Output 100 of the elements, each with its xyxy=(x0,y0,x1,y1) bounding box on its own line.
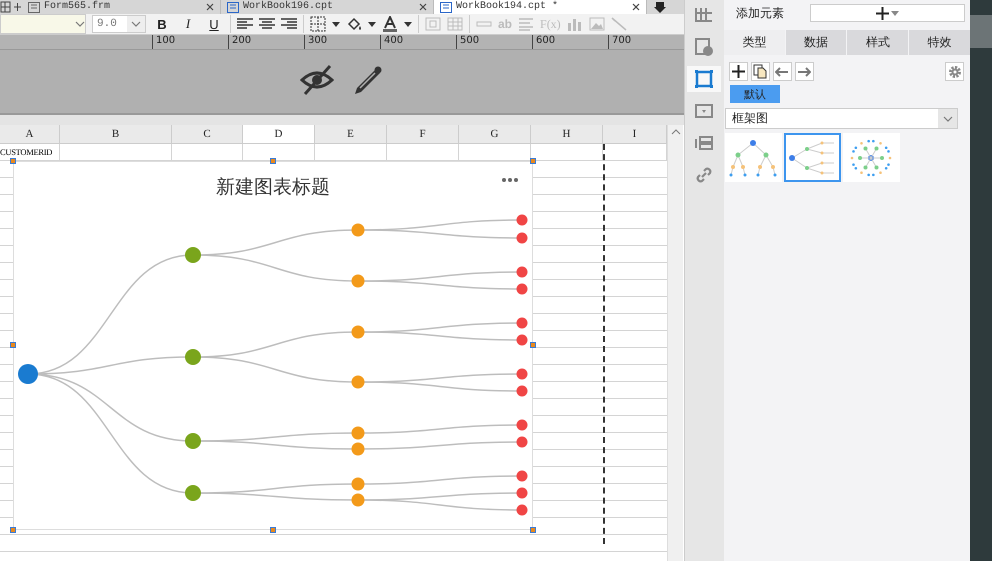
column-header[interactable]: C xyxy=(172,125,243,144)
tree-node xyxy=(516,436,528,448)
move-right-button[interactable] xyxy=(794,62,814,81)
resize-handle[interactable] xyxy=(10,527,16,533)
layout-icon[interactable] xyxy=(695,136,714,150)
tree-node xyxy=(18,364,38,384)
chart-style-thumbnail[interactable] xyxy=(842,133,900,182)
resize-handle[interactable] xyxy=(10,158,16,164)
panel-tab[interactable]: 特效 xyxy=(909,30,970,55)
panel-tab[interactable]: 类型 xyxy=(724,30,785,55)
image-icon xyxy=(588,17,605,31)
close-icon[interactable] xyxy=(419,3,427,11)
tree-node xyxy=(185,485,201,501)
ruler-label: 700 xyxy=(608,35,684,49)
add-button[interactable] xyxy=(728,62,748,81)
font-size-field[interactable]: 9.0 xyxy=(92,15,146,33)
side-tab[interactable] xyxy=(687,66,722,92)
move-left-button[interactable] xyxy=(772,62,792,81)
chart-type-dropdown[interactable]: 框架图 xyxy=(724,108,958,129)
bar-chart-icon xyxy=(566,17,583,31)
settings-icon xyxy=(948,64,962,78)
left-arrow-icon xyxy=(775,66,790,76)
down-arrow-icon[interactable] xyxy=(653,1,667,13)
plus-icon xyxy=(732,65,745,78)
caret-icon xyxy=(890,10,899,16)
tree-node xyxy=(352,376,364,388)
chart-style-thumbnail[interactable] xyxy=(784,133,841,182)
add-element-button[interactable] xyxy=(810,4,965,22)
eye-hidden-icon[interactable] xyxy=(300,64,334,96)
font-name-field[interactable] xyxy=(0,14,86,34)
tree-node xyxy=(352,494,364,506)
form-file-icon xyxy=(28,2,40,12)
pencil-icon[interactable] xyxy=(352,64,384,96)
column-header[interactable]: H xyxy=(531,125,603,144)
chevron-down-icon[interactable] xyxy=(942,116,953,122)
panel-tab[interactable]: 样式 xyxy=(847,30,908,55)
italic-button[interactable]: I xyxy=(178,14,198,34)
close-icon[interactable] xyxy=(632,3,640,11)
column-header[interactable]: F xyxy=(387,125,459,144)
ruler-label: 300 xyxy=(304,35,380,49)
ruler-label: 200 xyxy=(228,35,304,49)
merge-cells-icon xyxy=(425,17,441,31)
resize-handle[interactable] xyxy=(530,527,536,533)
lines-icon xyxy=(518,17,534,31)
caret-icon xyxy=(368,22,376,26)
add-element-label: 添加元素 xyxy=(736,4,785,22)
style-chip[interactable]: 默认 xyxy=(730,85,780,103)
column-header[interactable]: B xyxy=(60,125,172,144)
tree-node xyxy=(352,224,364,236)
resize-handle[interactable] xyxy=(10,342,16,348)
link-icon[interactable] xyxy=(695,166,714,184)
chart-card[interactable]: 新建图表标题 xyxy=(13,161,533,530)
tree-node xyxy=(185,349,201,365)
text-field-icon xyxy=(476,19,492,29)
underline-button[interactable]: U xyxy=(204,14,224,34)
ruler-label: 600 xyxy=(532,35,608,49)
tree-node xyxy=(352,326,364,338)
resize-handle[interactable] xyxy=(530,342,536,348)
align-left-icon[interactable] xyxy=(237,18,253,30)
chevron-down-icon[interactable] xyxy=(131,21,141,27)
bold-button[interactable]: B xyxy=(152,14,172,34)
column-header[interactable]: G xyxy=(459,125,531,144)
tree-node xyxy=(516,470,528,482)
table-info-icon[interactable] xyxy=(695,38,714,56)
paint-bucket-icon[interactable] xyxy=(346,16,362,32)
scroll-up-icon[interactable] xyxy=(670,129,680,135)
workbook-file-icon xyxy=(440,2,452,12)
column-header[interactable]: E xyxy=(315,125,387,144)
more-icon[interactable] xyxy=(502,178,518,182)
file-tab[interactable]: WorkBook194.cpt * xyxy=(434,0,647,14)
tree-node xyxy=(516,504,528,516)
tree-node xyxy=(516,334,528,346)
grid-icon[interactable] xyxy=(695,8,714,22)
resize-handle[interactable] xyxy=(270,527,276,533)
slash-icon xyxy=(610,17,627,31)
tree-node xyxy=(352,274,364,288)
dropdown-box-icon[interactable] xyxy=(695,104,714,118)
resize-handle[interactable] xyxy=(270,158,276,164)
copy-button[interactable] xyxy=(750,62,770,81)
border-icon[interactable] xyxy=(310,16,326,32)
chart-title: 新建图表标题 xyxy=(216,175,330,200)
ruler-label: 100 xyxy=(152,35,228,49)
chevron-down-icon[interactable] xyxy=(75,21,85,27)
font-color-icon[interactable] xyxy=(382,16,398,32)
column-header[interactable]: I xyxy=(603,125,667,144)
column-header[interactable]: D xyxy=(243,125,315,144)
resize-handle[interactable] xyxy=(530,158,536,164)
tree-node xyxy=(516,266,528,278)
ruler-label: 500 xyxy=(456,35,532,49)
column-header[interactable]: A xyxy=(0,125,60,144)
align-right-icon[interactable] xyxy=(281,18,297,30)
settings-button[interactable] xyxy=(945,62,964,81)
new-sheet-icon[interactable] xyxy=(0,1,22,13)
tree-node xyxy=(516,232,528,244)
square-frame-icon[interactable] xyxy=(695,70,714,88)
align-center-icon[interactable] xyxy=(259,18,275,30)
chart-style-thumbnail[interactable] xyxy=(724,133,782,182)
panel-tab[interactable]: 数据 xyxy=(786,30,846,55)
close-icon[interactable] xyxy=(206,3,214,11)
tree-node xyxy=(352,478,364,490)
